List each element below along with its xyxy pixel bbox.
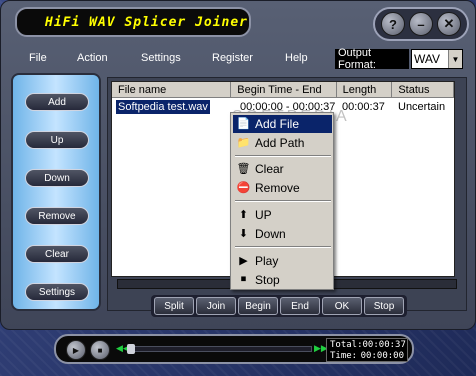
stop-icon[interactable]: ■	[90, 340, 110, 360]
minimize-icon[interactable]: –	[409, 12, 433, 36]
menu-item-label: Add File	[255, 117, 300, 131]
menu-settings[interactable]: Settings	[141, 52, 181, 64]
add-file-icon: 📄	[236, 118, 251, 130]
menu-separator	[235, 200, 331, 202]
column-length[interactable]: Length	[336, 82, 393, 98]
add-button[interactable]: Add	[25, 93, 89, 111]
menu-item-remove[interactable]: ⛔ Remove	[233, 179, 332, 197]
stop-icon: ⏹	[240, 273, 247, 285]
output-format-value: WAV	[414, 52, 440, 66]
menu-separator	[235, 155, 331, 157]
menu-file[interactable]: File	[29, 52, 47, 64]
ok-button[interactable]: OK	[322, 297, 362, 315]
menu-action[interactable]: Action	[77, 52, 108, 64]
clear-icon: 🗑	[236, 163, 251, 175]
seek-slider[interactable]	[127, 344, 312, 354]
menu-item-up[interactable]: ⬆ UP	[233, 206, 332, 224]
menu-item-add-path[interactable]: 📁 Add Path	[233, 134, 332, 152]
help-icon[interactable]: ?	[381, 12, 405, 36]
menu-separator	[235, 246, 331, 248]
remove-button[interactable]: Remove	[25, 207, 89, 225]
action-toolbar: Split Join Begin End OK Stop	[151, 295, 407, 317]
column-begin-end[interactable]: Begin Time - End	[231, 82, 337, 98]
split-button[interactable]: Split	[154, 297, 194, 315]
total-value: 00:00:37	[362, 340, 406, 350]
menu-item-label: Clear	[255, 162, 284, 176]
add-path-icon: 📁	[236, 137, 251, 149]
chevron-down-icon[interactable]: ▼	[448, 50, 462, 68]
join-button[interactable]: Join	[196, 297, 236, 315]
stop-button[interactable]: Stop	[364, 297, 404, 315]
play-icon: ▶	[239, 255, 248, 267]
menu-item-label: UP	[255, 208, 272, 222]
menu-item-label: Remove	[255, 181, 300, 195]
menu-item-label: Down	[255, 227, 286, 241]
begin-button[interactable]: Begin	[238, 297, 278, 315]
down-arrow-icon: ⬇	[238, 228, 249, 240]
output-format-label: Output Format:	[335, 47, 409, 71]
cell-status: Uncertain	[398, 101, 446, 113]
menu-item-label: Stop	[255, 273, 280, 287]
menu-item-label: Add Path	[255, 136, 305, 150]
time-display: Total: 00:00:37 Time: 00:00:00	[326, 338, 408, 362]
column-file-name[interactable]: File name	[112, 82, 232, 98]
player-bar: ▶ ■ ◀◀ ▶▶ Total: 00:00:37 Time: 00:00:00	[54, 334, 414, 364]
time-label: Time:	[330, 351, 358, 361]
clear-button[interactable]: Clear	[25, 245, 89, 263]
menu-item-down[interactable]: ⬇ Down	[233, 225, 332, 243]
column-status[interactable]: Status	[392, 82, 454, 98]
menu-item-clear[interactable]: 🗑 Clear	[233, 160, 332, 178]
seek-knob[interactable]	[127, 344, 135, 354]
total-label: Total:	[330, 340, 363, 350]
remove-icon: ⛔	[236, 182, 251, 194]
cell-file-name: Softpedia test.wav	[116, 100, 210, 114]
settings-button[interactable]: Settings	[25, 283, 89, 301]
sidebar-panel: Add Up Down Remove Clear Settings	[11, 73, 101, 311]
menu-item-label: Play	[255, 254, 279, 268]
output-format-select[interactable]: WAV ▼	[411, 49, 463, 69]
app-title: HiFi WAV Splicer Joiner	[15, 7, 251, 37]
menu-help[interactable]: Help	[285, 52, 308, 64]
end-button[interactable]: End	[280, 297, 320, 315]
menu-item-stop[interactable]: ⏹ Stop	[233, 271, 332, 289]
list-header: File name Begin Time - End Length Status	[112, 82, 454, 98]
context-menu: 📄 Add File 📁 Add Path 🗑 Clear ⛔ Remove ⬆…	[230, 112, 334, 290]
down-button[interactable]: Down	[25, 169, 89, 187]
window-controls: ? – ✕	[373, 7, 469, 41]
up-button[interactable]: Up	[25, 131, 89, 149]
close-icon[interactable]: ✕	[437, 12, 461, 36]
menu-item-play[interactable]: ▶ Play	[233, 252, 332, 270]
play-icon[interactable]: ▶	[66, 340, 86, 360]
time-value: 00:00:00	[360, 351, 404, 361]
up-arrow-icon: ⬆	[238, 209, 249, 221]
menu-item-add-file[interactable]: 📄 Add File	[233, 115, 332, 133]
menu-register[interactable]: Register	[212, 52, 253, 64]
